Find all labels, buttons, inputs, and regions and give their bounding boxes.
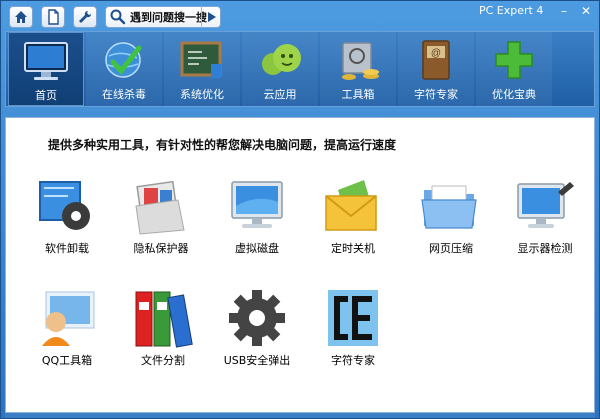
- nav-item-home[interactable]: 首页: [8, 32, 84, 106]
- nav-item-online-antivirus[interactable]: 在线杀毒: [86, 32, 162, 106]
- nav-item-toolbox[interactable]: 工具箱: [320, 32, 396, 106]
- tool-label: 文件分割: [141, 354, 185, 367]
- green-plus-icon: [495, 41, 533, 79]
- address-book-icon: @: [422, 40, 450, 80]
- tool-software-uninstall[interactable]: 软件卸载: [22, 176, 112, 266]
- close-button[interactable]: ✕: [575, 3, 597, 19]
- play-arrow-icon: [207, 12, 216, 22]
- tool-file-split[interactable]: 文件分割: [118, 288, 208, 378]
- nav-item-char-expert[interactable]: @ 字符专家: [398, 32, 474, 106]
- tool-char-expert[interactable]: 字符专家: [308, 288, 398, 378]
- nav-label-system-optimize: 系统优化: [180, 88, 224, 101]
- nav-item-system-optimize[interactable]: 系统优化: [164, 32, 240, 106]
- virtual-disk-monitor-icon: [231, 181, 283, 228]
- tool-label: 定时关机: [331, 242, 375, 255]
- title-bar: 遇到问题搜一搜 PC Expert 4 – ✕: [1, 1, 599, 31]
- tool-timed-shutdown[interactable]: 定时关机: [308, 176, 398, 266]
- nav-item-cloud-apps[interactable]: 云应用: [242, 32, 318, 106]
- search-go-button[interactable]: [201, 6, 221, 28]
- svg-text:@: @: [431, 48, 441, 59]
- status-bar: [5, 413, 595, 418]
- nav-label-toolbox: 工具箱: [341, 88, 375, 101]
- main-nav: 首页 在线杀毒 系统优化 云应用 工具箱 @ 字符专家 优化宝典: [5, 31, 595, 107]
- character-expert-icon: [328, 290, 378, 346]
- tool-qq-toolbox[interactable]: QQ工具箱: [22, 288, 112, 378]
- nav-label-cloud-apps: 云应用: [263, 88, 297, 101]
- monitor-icon: [24, 42, 68, 80]
- tool-label: 网页压缩: [429, 242, 473, 255]
- monitor-check-icon: [517, 182, 574, 228]
- tool-label: 隐私保护器: [133, 242, 189, 255]
- tool-monitor-test[interactable]: 显示器检测: [500, 176, 590, 266]
- settings-wrench-button[interactable]: [73, 6, 97, 28]
- document-icon: [48, 9, 59, 25]
- tool-privacy-protector[interactable]: 隐私保护器: [116, 176, 206, 266]
- qq-user-icon: [42, 291, 95, 346]
- safe-coins-icon: [342, 42, 379, 80]
- app-title: PC Expert 4: [479, 4, 544, 17]
- chalkboard-icon: [180, 41, 222, 78]
- search-icon: [110, 9, 126, 25]
- mail-envelope-icon: [325, 180, 377, 231]
- tool-label: 字符专家: [331, 354, 375, 367]
- wrench-icon: [79, 10, 92, 23]
- software-uninstall-icon: [39, 181, 90, 230]
- minimize-button[interactable]: –: [553, 3, 575, 19]
- home-icon: [15, 11, 27, 23]
- tool-label: USB安全弹出: [223, 354, 291, 367]
- search-text: 遇到问题搜一搜: [130, 11, 207, 24]
- page-description: 提供多种实用工具，有针对性的帮您解决电脑问题，提高运行速度: [48, 138, 397, 152]
- nav-label-char-expert: 字符专家: [414, 88, 458, 101]
- tool-label: 软件卸载: [45, 242, 89, 255]
- tool-label: 虚拟磁盘: [235, 242, 279, 255]
- tool-virtual-disk[interactable]: 虚拟磁盘: [212, 176, 302, 266]
- tool-label: 显示器检测: [517, 242, 573, 255]
- privacy-folder-icon: [135, 180, 185, 235]
- content-panel: 提供多种实用工具，有针对性的帮您解决电脑问题，提高运行速度 软件卸载 隐私保护器: [5, 117, 595, 413]
- cloud-smiley-icon: [262, 44, 301, 75]
- folder-icon: [421, 185, 477, 229]
- document-button[interactable]: [41, 6, 65, 28]
- nav-item-optimize-guide[interactable]: 优化宝典: [476, 32, 552, 106]
- tool-label: QQ工具箱: [41, 354, 93, 367]
- globe-shield-icon: [105, 42, 142, 78]
- main-window: 遇到问题搜一搜 PC Expert 4 – ✕ 首页 在线杀毒 系统优化 云应用…: [0, 0, 600, 419]
- binders-icon: [135, 291, 193, 348]
- nav-label-optimize-guide: 优化宝典: [492, 88, 536, 101]
- nav-label-online-antivirus: 在线杀毒: [102, 88, 146, 101]
- tool-usb-eject[interactable]: USB安全弹出: [212, 288, 302, 378]
- tool-webpage-compress[interactable]: 网页压缩: [406, 176, 496, 266]
- gear-icon: [229, 290, 285, 346]
- home-button[interactable]: [9, 6, 33, 28]
- nav-label-home: 首页: [35, 89, 57, 102]
